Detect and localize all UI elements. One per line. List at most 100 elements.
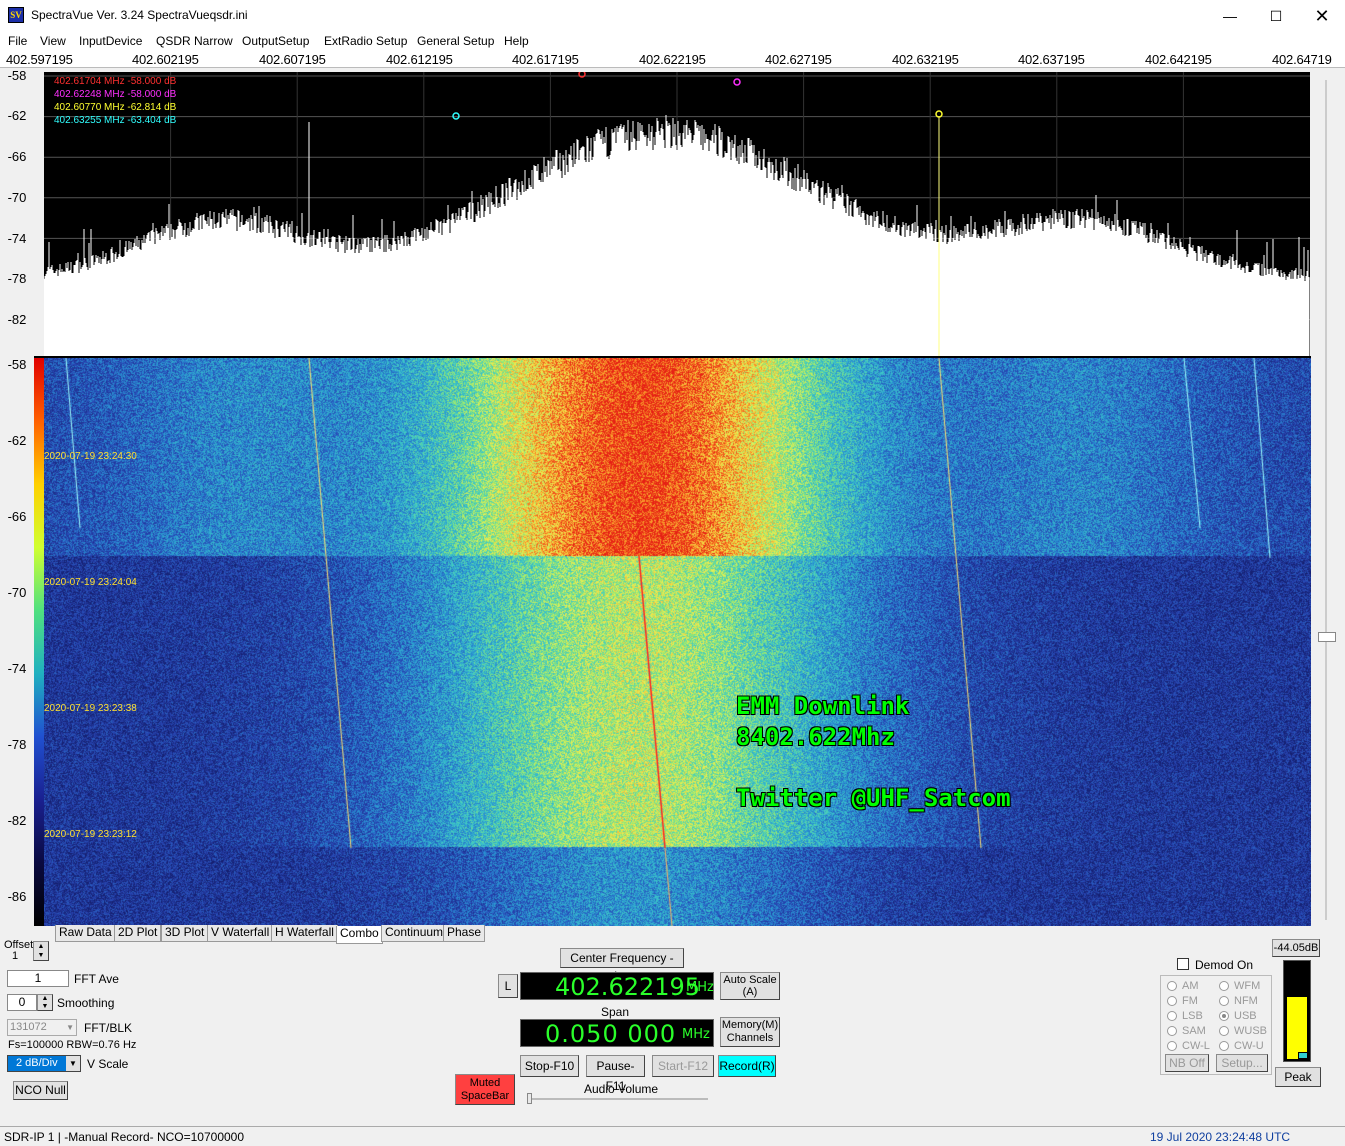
auto-scale-button[interactable]: Auto Scale (A) xyxy=(720,972,780,1000)
menu-bar: File View InputDevice QSDR Narrow Output… xyxy=(0,32,1345,51)
spectrum-plot[interactable]: 402.61704 MHz -58.000 dB 402.62248 MHz -… xyxy=(44,72,1310,356)
demod-radio-cw-u[interactable] xyxy=(1219,1041,1229,1051)
menu-view[interactable]: View xyxy=(40,34,66,48)
tab-phase[interactable]: Phase xyxy=(443,925,486,942)
nco-null-button[interactable]: NCO Null xyxy=(13,1081,68,1100)
span-label: Span xyxy=(601,1005,630,1019)
freq-tick: 402.607195 xyxy=(259,52,326,67)
db-tick: -70 xyxy=(7,190,27,205)
span-unit: MHz xyxy=(682,1027,710,1042)
offset-value: 1 xyxy=(12,950,19,962)
center-frequency-unit: MHz xyxy=(686,980,714,995)
status-left: SDR-IP 1 | -Manual Record- NCO=10700000 xyxy=(4,1130,245,1144)
menu-general-setup[interactable]: General Setup xyxy=(417,34,494,48)
start-button[interactable]: Start-F12 xyxy=(652,1055,714,1077)
app-icon: SV xyxy=(8,7,24,23)
marker-readout-1: 402.61704 MHz -58.000 dB xyxy=(54,76,177,87)
maximize-button[interactable]: ☐ xyxy=(1253,0,1299,32)
fft-blk-value: 131072 xyxy=(10,1021,47,1033)
center-frequency-button[interactable]: Center Frequency - Ins xyxy=(560,948,684,983)
memory-channels-button[interactable]: Memory(M) Channels xyxy=(720,1017,780,1047)
fft-ave-input[interactable]: 1 xyxy=(7,970,69,987)
tab-v-waterfall[interactable]: V Waterfall xyxy=(207,925,274,942)
freq-tick: 402.64719 xyxy=(1272,52,1332,67)
waterfall-timestamp: 2020-07-19 23:24:30 xyxy=(44,451,137,462)
l-button[interactable]: L xyxy=(498,974,518,998)
muted-button[interactable]: Muted SpaceBar xyxy=(455,1074,515,1105)
vscale-select[interactable]: 2 dB/Div ▼ xyxy=(7,1055,81,1072)
demod-radio-cw-l[interactable] xyxy=(1167,1041,1177,1051)
vertical-slider-thumb[interactable] xyxy=(1318,632,1336,642)
tab-combo[interactable]: Combo xyxy=(336,926,383,944)
db-tick: -58 xyxy=(7,68,27,83)
vertical-slider-track[interactable] xyxy=(1325,80,1327,920)
peak-button[interactable]: Peak xyxy=(1275,1067,1321,1087)
freq-tick: 402.627195 xyxy=(765,52,832,67)
menu-help[interactable]: Help xyxy=(504,34,529,48)
db-tick: -82 xyxy=(7,312,27,327)
span-value: 0.050 000 xyxy=(545,1020,677,1048)
wf-tick: -82 xyxy=(7,813,27,828)
wf-tick: -62 xyxy=(7,433,27,448)
audio-volume-track[interactable] xyxy=(528,1098,708,1100)
demod-radio-usb[interactable] xyxy=(1219,1011,1229,1021)
wf-tick: -58 xyxy=(7,357,27,372)
stop-button[interactable]: Stop-F10 xyxy=(520,1055,579,1077)
color-scale-bar xyxy=(34,358,44,926)
demod-mode-label: CW-L xyxy=(1182,1040,1210,1052)
overlay-twitter: Twitter @UHF_Satcom xyxy=(736,784,1011,812)
pause-button[interactable]: Pause-F11 xyxy=(586,1055,645,1093)
offset-spinner[interactable]: ▲ ▼ xyxy=(33,941,49,961)
demod-radio-wfm[interactable] xyxy=(1219,981,1229,991)
frequency-axis: 402.597195 402.602195 402.607195 402.612… xyxy=(0,51,1345,68)
smoothing-input[interactable]: 0 xyxy=(7,994,37,1011)
waterfall-timestamp: 2020-07-19 23:23:12 xyxy=(44,829,137,840)
fft-blk-label: FFT/BLK xyxy=(84,1021,133,1035)
demod-radio-fm[interactable] xyxy=(1167,996,1177,1006)
audio-volume-thumb[interactable] xyxy=(527,1093,532,1104)
minimize-button[interactable]: — xyxy=(1207,0,1253,32)
demod-mode-label: AM xyxy=(1182,980,1199,992)
center-frequency-display[interactable]: 402.622195 MHz xyxy=(520,972,714,1001)
offset-label: Offset xyxy=(4,939,34,951)
demod-radio-sam[interactable] xyxy=(1167,1026,1177,1036)
signal-meter xyxy=(1283,960,1311,1062)
menu-inputdevice[interactable]: InputDevice xyxy=(79,34,142,48)
tab-raw-data[interactable]: Raw Data xyxy=(55,925,116,942)
overlay-title: EMM Downlink xyxy=(736,692,910,720)
fft-blk-select[interactable]: 131072 ▼ xyxy=(7,1019,77,1036)
close-button[interactable]: ✕ xyxy=(1299,0,1345,32)
wf-tick: -86 xyxy=(7,889,27,904)
menu-outputsetup[interactable]: OutputSetup xyxy=(242,34,309,48)
record-button[interactable]: Record(R) xyxy=(718,1055,776,1077)
center-frequency-value: 402.622195 xyxy=(555,973,701,1001)
demod-mode-label: CW-U xyxy=(1234,1040,1264,1052)
menu-qsdr-narrow[interactable]: QSDR Narrow xyxy=(156,34,233,48)
waterfall-timestamp: 2020-07-19 23:24:04 xyxy=(44,577,137,588)
demod-on-checkbox[interactable] xyxy=(1177,958,1189,970)
menu-extradio-setup[interactable]: ExtRadio Setup xyxy=(324,34,407,48)
menu-file[interactable]: File xyxy=(8,34,27,48)
status-bar: SDR-IP 1 | -Manual Record- NCO=10700000 … xyxy=(0,1126,1345,1146)
overlay-frequency: 8402.622Mhz xyxy=(736,723,895,751)
span-display[interactable]: 0.050 000 MHz xyxy=(520,1019,714,1048)
audio-volume-label: Audio Volume xyxy=(584,1082,659,1096)
demod-setup-button[interactable]: Setup... xyxy=(1216,1054,1268,1072)
demod-mode-label: SAM xyxy=(1182,1025,1206,1037)
meter-peak-marker xyxy=(1298,1052,1308,1059)
marker-readout-2: 402.62248 MHz -58.000 dB xyxy=(54,89,177,100)
tab-continuum[interactable]: Continuum xyxy=(381,925,448,942)
vscale-label: V Scale xyxy=(87,1057,129,1071)
tab-h-waterfall[interactable]: H Waterfall xyxy=(271,925,338,942)
meter-fill xyxy=(1287,996,1307,1059)
tab-2d-plot[interactable]: 2D Plot xyxy=(114,925,162,942)
smoothing-spinner[interactable]: ▲ ▼ xyxy=(37,994,53,1011)
tab-3d-plot[interactable]: 3D Plot xyxy=(161,925,209,942)
waterfall-plot[interactable]: EMM Downlink 8402.622Mhz Twitter @UHF_Sa… xyxy=(44,358,1311,926)
demod-radio-am[interactable] xyxy=(1167,981,1177,991)
demod-radio-wusb[interactable] xyxy=(1219,1026,1229,1036)
nb-off-button[interactable]: NB Off xyxy=(1165,1054,1209,1072)
wf-tick: -66 xyxy=(7,509,27,524)
demod-radio-nfm[interactable] xyxy=(1219,996,1229,1006)
demod-radio-lsb[interactable] xyxy=(1167,1011,1177,1021)
